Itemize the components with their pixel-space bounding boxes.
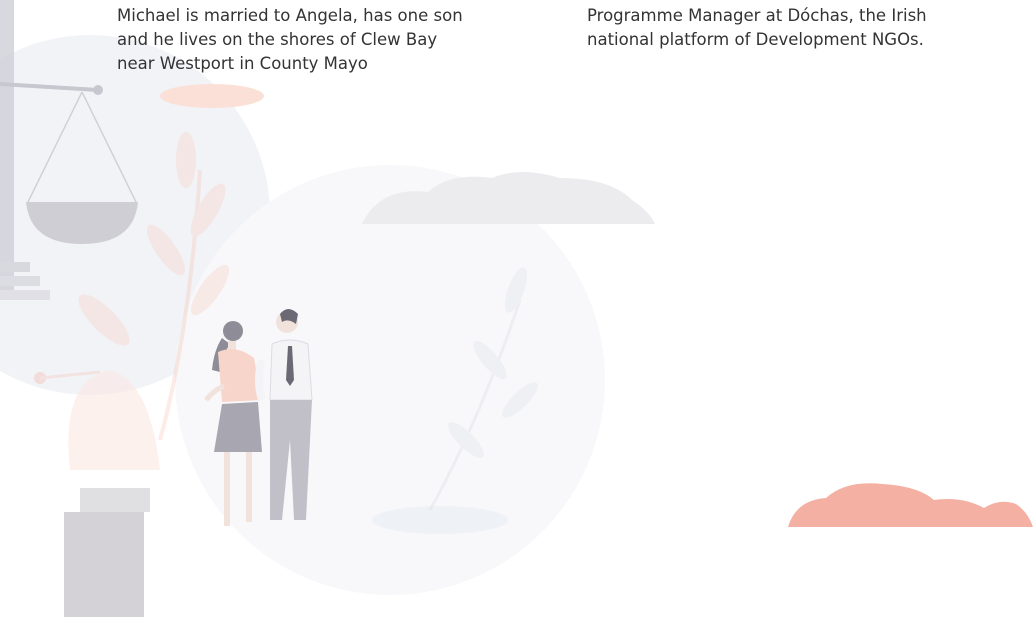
bio-left-line: Michael is married to Angela, has one so… <box>117 6 463 25</box>
bio-left-line: near Westport in County Mayo <box>117 54 368 73</box>
page: Michael is married to Angela, has one so… <box>0 0 1033 617</box>
bio-right-line: national platform of Development NGOs. <box>587 30 924 49</box>
bio-left-text: Michael is married to Angela, has one so… <box>117 4 463 76</box>
bio-right-text: Programme Manager at Dóchas, the Irish n… <box>587 4 927 52</box>
salmon-cloud <box>788 483 1033 527</box>
ground-puddle <box>372 506 508 534</box>
salmon-blob-top <box>160 84 264 108</box>
bio-right-line: Programme Manager at Dóchas, the Irish <box>587 6 927 25</box>
hand-illustration <box>64 370 160 617</box>
bio-left-line: and he lives on the shores of Clew Bay <box>117 30 438 49</box>
background-illustration <box>0 0 1033 617</box>
